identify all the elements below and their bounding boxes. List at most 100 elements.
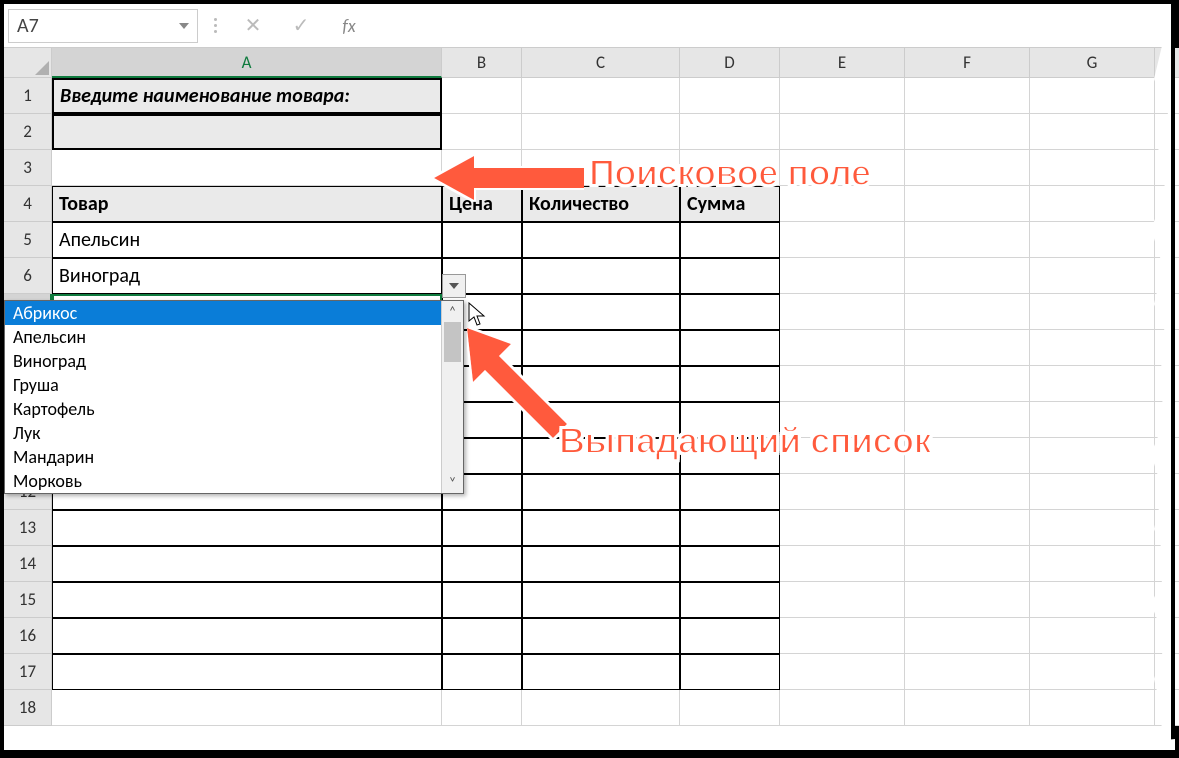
cell-F1[interactable] bbox=[905, 78, 1030, 114]
row-header-16[interactable]: 16 bbox=[4, 618, 52, 654]
cell-F16[interactable] bbox=[905, 618, 1030, 654]
cell-E1[interactable] bbox=[780, 78, 905, 114]
cell-G13[interactable] bbox=[1030, 510, 1155, 546]
cell-A1[interactable]: Введите наименование товара: bbox=[52, 78, 442, 114]
cell-F2[interactable] bbox=[905, 114, 1030, 150]
cell-D8[interactable] bbox=[680, 330, 780, 366]
column-header-C[interactable]: C bbox=[522, 48, 680, 78]
dropdown-item[interactable]: Морковь bbox=[5, 469, 441, 493]
row-header-17[interactable]: 17 bbox=[4, 654, 52, 690]
row-header-1[interactable]: 1 bbox=[4, 78, 52, 114]
cell-C13[interactable] bbox=[522, 510, 680, 546]
name-box[interactable]: A7 bbox=[8, 9, 198, 43]
cancel-button[interactable]: ✕ bbox=[233, 9, 273, 43]
dropdown-item[interactable]: Мандарин bbox=[5, 445, 441, 469]
cell-E14[interactable] bbox=[780, 546, 905, 582]
cell-F14[interactable] bbox=[905, 546, 1030, 582]
scroll-down-icon[interactable]: ˅ bbox=[449, 472, 457, 493]
cell-G10[interactable] bbox=[1030, 402, 1155, 438]
cell-C7[interactable] bbox=[522, 294, 680, 330]
cell-G18[interactable] bbox=[1030, 690, 1155, 726]
cell-C18[interactable] bbox=[522, 690, 680, 726]
row-header-18[interactable]: 18 bbox=[4, 690, 52, 726]
dropdown-item[interactable]: Виноград bbox=[5, 349, 441, 373]
dropdown-item[interactable]: Лук bbox=[5, 421, 441, 445]
cell-A16[interactable] bbox=[52, 618, 442, 654]
cell-G6[interactable] bbox=[1030, 258, 1155, 294]
cell-A18[interactable] bbox=[52, 690, 442, 726]
cell-D18[interactable] bbox=[680, 690, 780, 726]
column-header-B[interactable]: B bbox=[442, 48, 522, 78]
row-header-6[interactable]: 6 bbox=[4, 258, 52, 294]
cell-E6[interactable] bbox=[780, 258, 905, 294]
cell-G12[interactable] bbox=[1030, 474, 1155, 510]
cell-D14[interactable] bbox=[680, 546, 780, 582]
cell-C17[interactable] bbox=[522, 654, 680, 690]
cell-D2[interactable] bbox=[680, 114, 780, 150]
cell-F15[interactable] bbox=[905, 582, 1030, 618]
cell-G3[interactable] bbox=[1030, 150, 1155, 186]
cell-F17[interactable] bbox=[905, 654, 1030, 690]
cell-E2[interactable] bbox=[780, 114, 905, 150]
cell-A14[interactable] bbox=[52, 546, 442, 582]
cell-E7[interactable] bbox=[780, 294, 905, 330]
cell-E12[interactable] bbox=[780, 474, 905, 510]
cell-D16[interactable] bbox=[680, 618, 780, 654]
cell-B17[interactable] bbox=[442, 654, 522, 690]
formula-input[interactable] bbox=[377, 9, 1171, 43]
cell-A15[interactable] bbox=[52, 582, 442, 618]
cell-D9[interactable] bbox=[680, 366, 780, 402]
cell-D7[interactable] bbox=[680, 294, 780, 330]
cell-B16[interactable] bbox=[442, 618, 522, 654]
cell-B14[interactable] bbox=[442, 546, 522, 582]
cell-C6[interactable] bbox=[522, 258, 680, 294]
cell-C1[interactable] bbox=[522, 78, 680, 114]
column-header-E[interactable]: E bbox=[780, 48, 905, 78]
row-header-13[interactable]: 13 bbox=[4, 510, 52, 546]
dropdown-list[interactable]: АбрикосАпельсинВиноградГрушаКартофельЛук… bbox=[4, 300, 464, 494]
row-header-15[interactable]: 15 bbox=[4, 582, 52, 618]
row-header-4[interactable]: 4 bbox=[4, 186, 52, 222]
cell-C15[interactable] bbox=[522, 582, 680, 618]
cell-B18[interactable] bbox=[442, 690, 522, 726]
chevron-down-icon[interactable] bbox=[179, 23, 189, 29]
cell-G15[interactable] bbox=[1030, 582, 1155, 618]
cell-F6[interactable] bbox=[905, 258, 1030, 294]
row-header-3[interactable]: 3 bbox=[4, 150, 52, 186]
column-header-A[interactable]: A bbox=[52, 48, 442, 78]
cell-D12[interactable] bbox=[680, 474, 780, 510]
dropdown-item[interactable]: Абрикос bbox=[5, 301, 441, 325]
cell-C2[interactable] bbox=[522, 114, 680, 150]
cell-F12[interactable] bbox=[905, 474, 1030, 510]
cell-F8[interactable] bbox=[905, 330, 1030, 366]
cell-B5[interactable] bbox=[442, 222, 522, 258]
row-header-14[interactable]: 14 bbox=[4, 546, 52, 582]
column-header-G[interactable]: G bbox=[1030, 48, 1155, 78]
cell-E18[interactable] bbox=[780, 690, 905, 726]
cell-D5[interactable] bbox=[680, 222, 780, 258]
dropdown-button[interactable] bbox=[442, 274, 466, 298]
cell-G1[interactable] bbox=[1030, 78, 1155, 114]
cell-G17[interactable] bbox=[1030, 654, 1155, 690]
cell-A3[interactable] bbox=[52, 150, 442, 186]
cell-G14[interactable] bbox=[1030, 546, 1155, 582]
column-header-F[interactable]: F bbox=[905, 48, 1030, 78]
cell-F4[interactable] bbox=[905, 186, 1030, 222]
cell-A2[interactable] bbox=[52, 114, 442, 150]
cell-A4[interactable]: Товар bbox=[52, 186, 442, 222]
fx-button[interactable]: fx bbox=[329, 9, 369, 43]
dropdown-item[interactable]: Апельсин bbox=[5, 325, 441, 349]
cell-A13[interactable] bbox=[52, 510, 442, 546]
cell-E8[interactable] bbox=[780, 330, 905, 366]
cell-G8[interactable] bbox=[1030, 330, 1155, 366]
column-header-D[interactable]: D bbox=[680, 48, 780, 78]
row-header-5[interactable]: 5 bbox=[4, 222, 52, 258]
cell-E5[interactable] bbox=[780, 222, 905, 258]
cell-C14[interactable] bbox=[522, 546, 680, 582]
dropdown-scrollbar[interactable]: ˄ ˅ bbox=[441, 301, 463, 493]
cell-E13[interactable] bbox=[780, 510, 905, 546]
select-all-corner[interactable] bbox=[4, 48, 52, 78]
row-header-2[interactable]: 2 bbox=[4, 114, 52, 150]
cell-B15[interactable] bbox=[442, 582, 522, 618]
cell-A5[interactable]: Апельсин bbox=[52, 222, 442, 258]
